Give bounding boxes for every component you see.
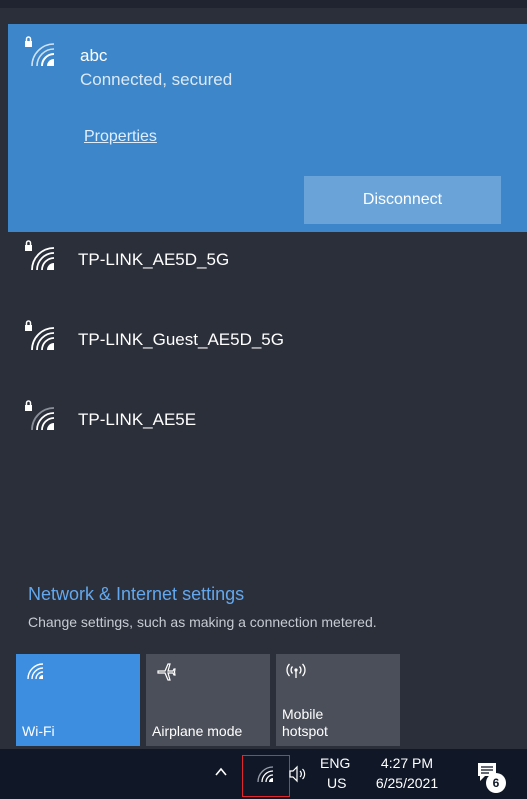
notification-count-badge: 6	[486, 773, 506, 793]
language-code: ENG	[320, 755, 351, 771]
wifi-lock-icon	[22, 400, 58, 436]
wifi-tile-label: Wi-Fi	[22, 723, 55, 739]
tray-network-icon[interactable]	[256, 765, 276, 786]
network-settings-link[interactable]: Network & Internet settings	[28, 584, 244, 605]
volume-icon[interactable]	[288, 765, 308, 786]
taskbar: ENG US 4:27 PM 6/25/2021 6	[0, 749, 527, 799]
network-settings-description: Change settings, such as making a connec…	[28, 614, 377, 630]
wifi-toggle-tile[interactable]: Wi-Fi	[16, 654, 140, 746]
network-flyout: abc Connected, secured Properties Discon…	[0, 8, 527, 749]
hotspot-tile-label: Mobile hotspot	[282, 706, 328, 740]
network-item-2[interactable]: TP-LINK_Guest_AE5D_5G	[0, 304, 527, 376]
hotspot-label-line-2: hotspot	[282, 723, 328, 739]
airplane-mode-tile[interactable]: Airplane mode	[146, 654, 270, 746]
clock-date: 6/25/2021	[375, 775, 439, 791]
connected-network-name: abc	[80, 46, 108, 65]
airplane-tile-label: Airplane mode	[152, 723, 243, 739]
show-hidden-icons-chevron-icon[interactable]	[214, 763, 228, 784]
connected-network-card[interactable]: abc Connected, secured Properties Discon…	[8, 24, 527, 232]
input-language-indicator[interactable]: ENG US	[320, 755, 350, 791]
wifi-lock-icon	[22, 240, 58, 276]
clock[interactable]: 4:27 PM 6/25/2021	[374, 755, 440, 791]
wifi-icon	[26, 662, 46, 685]
network-item-1[interactable]: TP-LINK_AE5D_5G	[0, 224, 527, 296]
wifi-lock-icon	[22, 36, 58, 72]
hotspot-label-line-1: Mobile	[282, 706, 324, 722]
wifi-lock-icon	[22, 320, 58, 356]
region-code: US	[327, 775, 347, 791]
network-name: TP-LINK_AE5D_5G	[78, 250, 230, 269]
hotspot-icon	[286, 662, 306, 685]
network-name: TP-LINK_Guest_AE5D_5G	[78, 330, 284, 349]
disconnect-button[interactable]: Disconnect	[304, 176, 501, 224]
properties-link[interactable]: Properties	[84, 128, 157, 146]
connection-status: Connected, secured	[80, 70, 233, 89]
network-name: TP-LINK_AE5E	[78, 410, 197, 429]
airplane-icon	[156, 662, 176, 687]
mobile-hotspot-tile[interactable]: Mobile hotspot	[276, 654, 400, 746]
clock-time: 4:27 PM	[380, 755, 434, 771]
network-item-3[interactable]: TP-LINK_AE5E	[0, 384, 527, 456]
